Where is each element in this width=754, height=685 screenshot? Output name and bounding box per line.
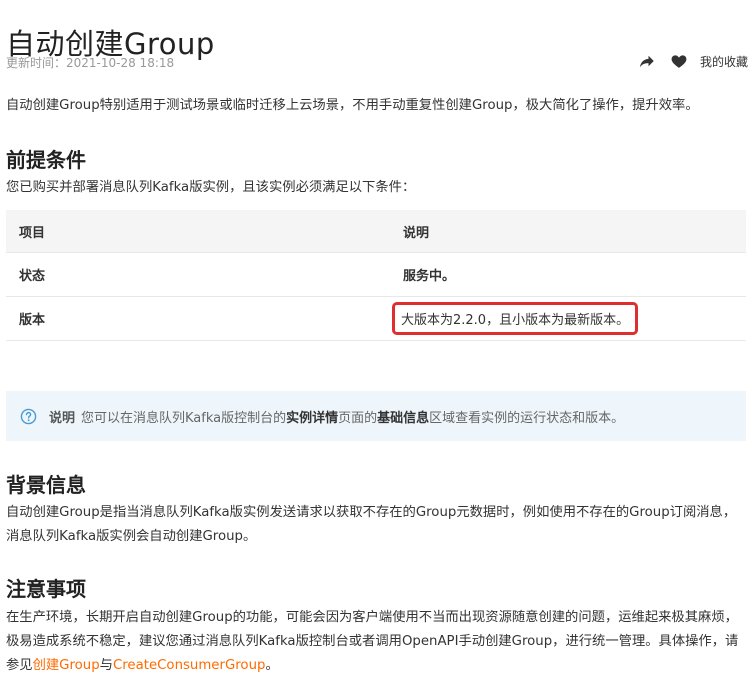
note-bold-1: 实例详情 [286,410,339,426]
note-callout: 说明 您可以在消息队列Kafka版控制台的 实例详情 页面的 基础信息 区域查看实例的运… [6,391,746,441]
background-text: 自动创建Group是指当消息队列Kafka版实例发送请求以获取不存在的Group… [6,505,737,544]
article-actions: 我的收藏 [624,52,748,70]
question-circle-icon [20,408,37,424]
note-label: 说明 [49,410,76,426]
prereq-heading: 前提条件 [6,148,86,172]
note-text-1: 您可以在消息队列Kafka版控制台的 [81,410,287,426]
create-group-link[interactable]: 创建Group [33,658,100,673]
create-consumer-group-link[interactable]: CreateConsumerGroup [113,658,265,673]
heart-icon[interactable] [670,52,688,70]
table-header-row: 项目 说明 [6,210,746,253]
note-bold-2: 基础信息 [377,410,430,426]
table-row: 状态 服务中。 [6,252,746,297]
my-favorites-link[interactable]: 我的收藏 [700,53,748,70]
share-icon[interactable] [638,52,656,70]
notes-text: 在生产环境，长期开启自动创建Group的功能，可能会因为客户端使用不当而出现资源… [6,606,746,678]
table-cell-item: 版本 [6,296,390,341]
notes-text-3: 。 [265,658,279,673]
prereq-table: 项目 说明 状态 服务中。 版本 大版本为2.2.0，且小版本为最新版本。 [6,210,746,341]
table-cell-desc: 服务中。 [390,252,746,297]
table-header-item: 项目 [6,210,390,253]
intro-text: 自动创建Group特别适用于测试场景或临时迁移上云场景，不用手动重复性创建Gro… [6,98,699,113]
highlight-box: 大版本为2.2.0，且小版本为最新版本。 [392,302,639,335]
updated-time: 更新时间：2021-10-28 18:18 [6,56,175,70]
note-text-3: 区域查看实例的运行状态和版本。 [429,410,625,426]
prereq-text: 您已购买并部署消息队列Kafka版实例，且该实例必须满足以下条件： [6,180,416,195]
table-cell-desc: 大版本为2.2.0，且小版本为最新版本。 [390,296,746,341]
note-text-2: 页面的 [338,410,378,426]
table-cell-item: 状态 [6,252,390,297]
notes-text-2: 与 [99,658,113,673]
table-header-desc: 说明 [390,210,746,253]
notes-heading: 注意事项 [6,577,86,601]
table-row: 版本 大版本为2.2.0，且小版本为最新版本。 [6,296,746,341]
background-heading: 背景信息 [6,473,86,497]
